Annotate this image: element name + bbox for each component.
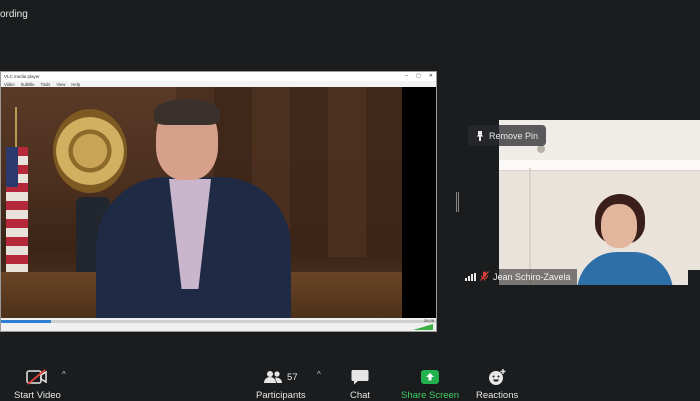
remove-pin-button[interactable]: Remove Pin	[468, 125, 547, 146]
remove-pin-label: Remove Pin	[489, 130, 539, 141]
start-video-button[interactable]: Start Video	[14, 368, 61, 401]
participant-face	[601, 204, 637, 248]
chat-label: Chat	[350, 390, 371, 401]
video-options-caret[interactable]: ^	[62, 370, 66, 379]
volume-slider[interactable]	[413, 324, 433, 330]
seek-progress	[1, 320, 51, 323]
speaker-hair	[154, 99, 220, 125]
recording-status-label: ording	[0, 9, 28, 20]
playback-time: 25:26	[423, 318, 434, 323]
participants-label: Participants	[256, 390, 306, 401]
splitter-handle[interactable]	[456, 192, 459, 212]
tile-edge	[688, 270, 700, 285]
letterbox-bar	[402, 87, 436, 318]
reactions-button[interactable]: Reactions	[476, 368, 518, 401]
participants-count: 57	[287, 371, 298, 383]
maximize-button[interactable]: ▢	[416, 72, 421, 81]
share-screen-label: Share Screen	[401, 390, 460, 401]
wall-corner	[529, 168, 531, 285]
chat-bubble-icon	[351, 368, 369, 386]
shared-screen-window: VLC media player – ▢ ✕ Video Subtitle To…	[0, 71, 437, 332]
participant-name-label: Jean Schiro-Zavela	[462, 269, 577, 285]
video-frame[interactable]	[1, 87, 436, 318]
chat-button[interactable]: Chat	[350, 368, 370, 401]
ceiling-light	[537, 145, 545, 153]
share-screen-icon	[420, 368, 440, 386]
mic-muted-icon	[480, 271, 489, 283]
share-screen-button[interactable]: Share Screen	[401, 368, 459, 401]
start-video-label: Start Video	[14, 390, 61, 401]
player-controls: 25:26	[1, 318, 436, 331]
pin-icon	[476, 130, 484, 141]
player-title: VLC media player	[4, 74, 40, 79]
seal-emblem	[53, 109, 127, 193]
player-titlebar: VLC media player – ▢ ✕	[1, 72, 436, 81]
seek-bar[interactable]	[1, 320, 436, 323]
video-off-icon	[26, 368, 48, 386]
minimize-button[interactable]: –	[405, 72, 408, 81]
participant-name: Jean Schiro-Zavela	[493, 272, 571, 282]
reactions-icon	[487, 368, 507, 386]
video-scene	[1, 87, 402, 318]
participants-options-caret[interactable]: ^	[317, 370, 321, 379]
flag-canton	[6, 147, 18, 187]
signal-bars-icon	[465, 273, 476, 281]
meeting-toolbar: Start Video ^ 57 Participants ^ Chat Sha…	[0, 360, 700, 401]
reactions-label: Reactions	[476, 390, 519, 401]
participants-icon: 57	[264, 368, 298, 386]
close-button[interactable]: ✕	[429, 72, 433, 81]
participant-body	[577, 252, 673, 285]
participants-button[interactable]: 57 Participants	[256, 368, 306, 401]
